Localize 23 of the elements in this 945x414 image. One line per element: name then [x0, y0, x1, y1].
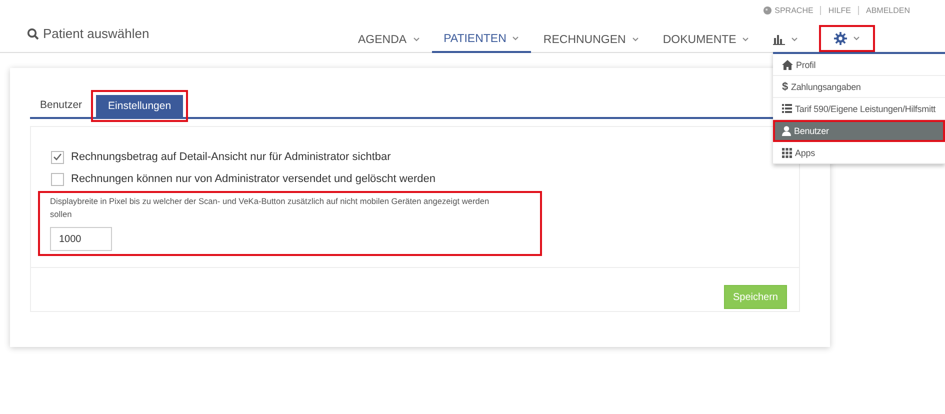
- top-link[interactable]: ABMELDEN: [858, 6, 917, 15]
- nav-tab[interactable]: RECHNUNGEN: [531, 26, 651, 53]
- nav-tab-label: DOKUMENTE: [662, 34, 736, 46]
- nav-tab-label: PATIENTEN: [444, 32, 506, 44]
- tab[interactable]: Einstellungen: [96, 95, 184, 117]
- nav-tab[interactable]: PATIENTEN: [432, 26, 532, 53]
- nav-tab[interactable]: DOKUMENTE: [650, 26, 762, 53]
- menu-item[interactable]: Profil: [773, 54, 945, 76]
- patient-search[interactable]: Patient auswählen: [27, 26, 150, 41]
- menu-item[interactable]: $ Zahlungsangaben: [773, 76, 945, 98]
- dollar-icon: $: [782, 80, 788, 92]
- top-link[interactable]: SPRACHE: [756, 6, 820, 15]
- nav-tab-label: RECHNUNGEN: [543, 34, 626, 46]
- option-label: Rechnungen können nur von Administrator versendet und gelöscht werden: [71, 173, 436, 185]
- option-label: Rechnungsbetrag auf Detail-Ansicht nur für Administrator sichtbar: [71, 151, 391, 163]
- input-field[interactable]: 1000: [50, 227, 112, 251]
- top-link[interactable]: HILFE: [820, 6, 858, 15]
- nav-tab-label: AGENDA: [358, 34, 407, 46]
- menu-item[interactable]: Benutzer: [773, 120, 945, 142]
- menu-item[interactable]: Apps: [773, 142, 945, 164]
- field-label: Displaybreite in Pixel bis zu welcher der Scan- und VeKa-Button zusätzlich auf nicht mobilen Geräten angezeigt werden sollen: [50, 195, 490, 221]
- tab[interactable]: Benutzer: [30, 93, 92, 117]
- nav-tab[interactable]: AGENDA: [346, 26, 432, 53]
